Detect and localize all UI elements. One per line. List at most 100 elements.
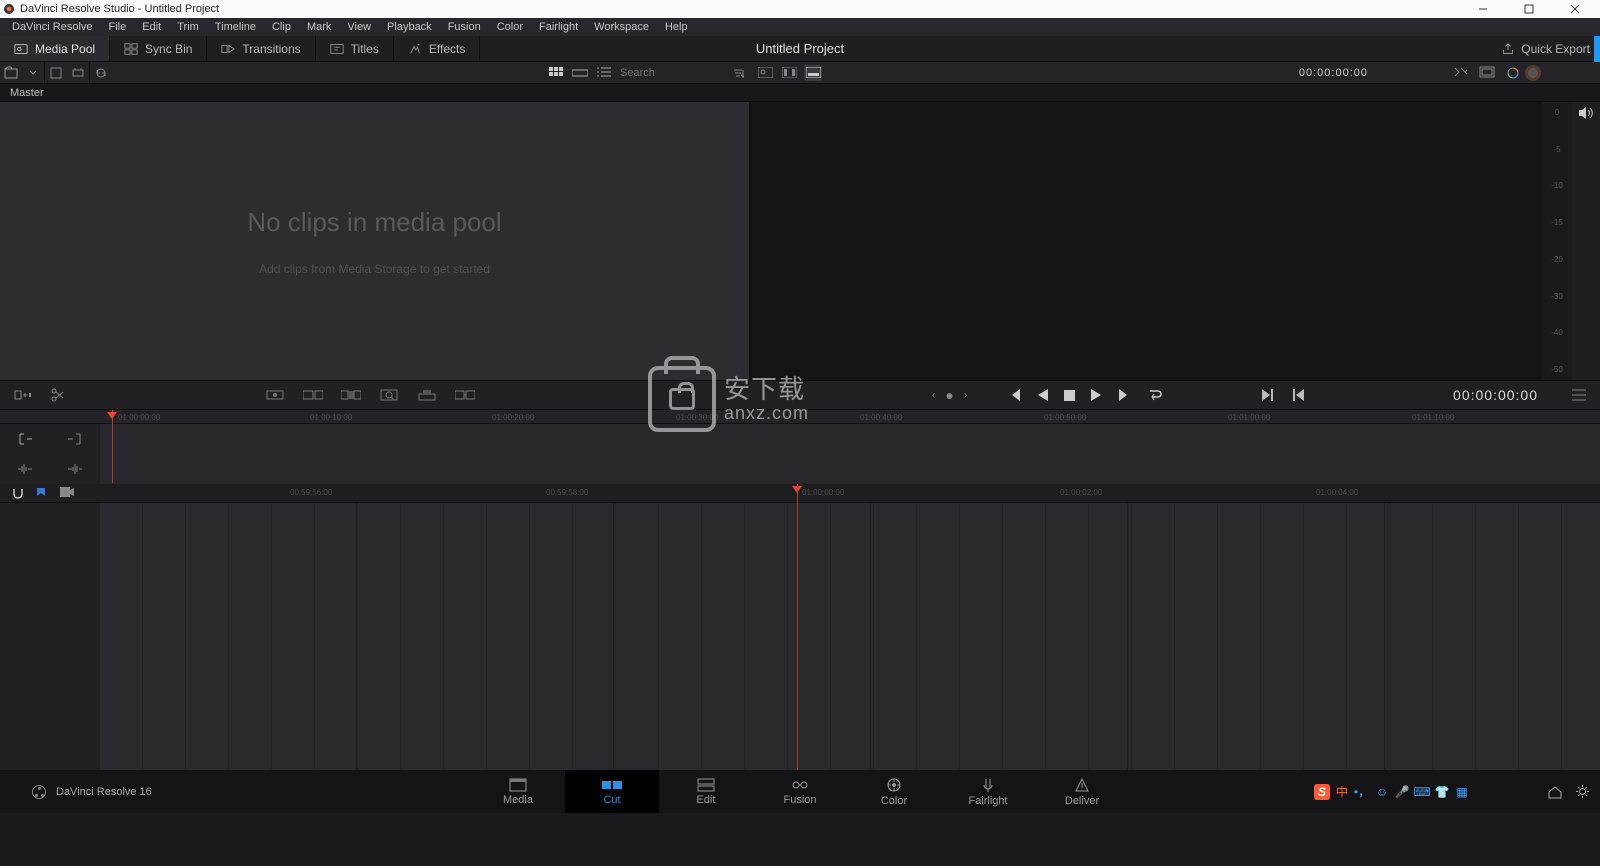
ripple-overwrite-button[interactable] (340, 388, 362, 402)
tab-sync-bin[interactable]: Sync Bin (110, 36, 207, 61)
tab-titles[interactable]: Titles (316, 36, 394, 61)
timeline-options-button[interactable] (1572, 389, 1586, 401)
import-media-button[interactable] (0, 62, 22, 84)
menu-color[interactable]: Color (489, 21, 531, 33)
new-timeline-button[interactable] (67, 62, 89, 84)
menu-clip[interactable]: Clip (264, 21, 299, 33)
menu-workspace[interactable]: Workspace (586, 21, 657, 33)
play-button[interactable] (1091, 389, 1101, 401)
close-up-button[interactable] (378, 388, 400, 402)
tab-media-pool[interactable]: Media Pool (0, 36, 110, 61)
menu-playback[interactable]: Playback (379, 21, 440, 33)
track-header-panel[interactable] (0, 503, 100, 770)
ime-lang-icon[interactable]: 中 (1334, 784, 1350, 800)
quick-export-button[interactable]: Quick Export (1501, 42, 1590, 56)
ime-skin-icon[interactable]: 👕 (1434, 784, 1450, 800)
menu-edit[interactable]: Edit (134, 21, 169, 33)
record-button[interactable] (1524, 64, 1542, 82)
thumbnail-view-button[interactable] (546, 64, 566, 82)
search-input[interactable] (620, 67, 710, 79)
viewer-mode-tape-button[interactable] (780, 65, 798, 81)
sync-clips-button[interactable] (90, 62, 112, 84)
bottom-bar: DaVinci Resolve 16 Media Cut Edit Fusion… (0, 770, 1600, 813)
audio-trim-b-button[interactable] (50, 454, 100, 484)
lower-timeline-track[interactable] (100, 503, 1600, 770)
split-icon[interactable] (50, 387, 66, 403)
list-view-button[interactable] (594, 64, 614, 82)
page-deliver[interactable]: Deliver (1035, 770, 1129, 813)
bin-path-label[interactable]: Master (0, 84, 1600, 102)
tab-transitions[interactable]: Transitions (207, 36, 315, 61)
trim-mode-b-button[interactable] (50, 424, 100, 454)
smart-insert-icon[interactable] (14, 387, 32, 403)
viewer-mode-clip-button[interactable] (756, 65, 774, 81)
quick-export-label: Quick Export (1521, 42, 1590, 56)
ime-keyboard-icon[interactable]: ⌨ (1414, 784, 1430, 800)
go-in-button[interactable] (1262, 389, 1274, 401)
color-page-icon (886, 777, 902, 793)
new-bin-button[interactable] (45, 62, 67, 84)
strip-view-button[interactable] (570, 64, 590, 82)
page-cut[interactable]: Cut (565, 770, 659, 813)
marker-button[interactable] (36, 487, 48, 499)
snap-magnet-button[interactable] (12, 487, 24, 499)
menu-fairlight[interactable]: Fairlight (531, 21, 586, 33)
ime-punct-icon[interactable]: •， (1354, 784, 1370, 800)
tab-effects[interactable]: Effects (394, 36, 480, 61)
upper-timeline-ruler[interactable]: 01:00:00:00 01:00:10:00 01:00:20:00 01:0… (0, 410, 1600, 424)
home-button[interactable] (1547, 785, 1563, 799)
go-first-button[interactable] (1008, 389, 1022, 401)
place-on-top-button[interactable] (416, 388, 438, 402)
jog-indicator[interactable]: ‹●› (932, 387, 967, 403)
menu-view[interactable]: View (339, 21, 379, 33)
window-close-button[interactable] (1552, 0, 1598, 18)
lower-timeline-ruler[interactable]: 00:59:56:00 00:59:58:00 01:00:00:00 01:0… (100, 484, 1600, 502)
insert-clip-button[interactable] (264, 388, 286, 402)
viewer-panel[interactable] (750, 102, 1542, 380)
menu-trim[interactable]: Trim (169, 21, 207, 33)
viewer-mode-timeline-button[interactable] (804, 65, 822, 81)
menu-timeline[interactable]: Timeline (207, 21, 264, 33)
ime-toolbar[interactable]: S 中 •， ☺ 🎤 ⌨ 👕 ▦ (1314, 784, 1470, 800)
project-settings-button[interactable] (1575, 784, 1590, 799)
window-maximize-button[interactable] (1506, 0, 1552, 18)
page-fusion[interactable]: Fusion (753, 770, 847, 813)
screen-edge-indicator (1594, 36, 1600, 62)
ime-toolbox-icon[interactable]: ▦ (1454, 784, 1470, 800)
trim-mode-a-button[interactable] (0, 424, 50, 454)
menu-mark[interactable]: Mark (299, 21, 339, 33)
menu-help[interactable]: Help (657, 21, 696, 33)
menu-file[interactable]: File (101, 21, 135, 33)
speaker-icon[interactable] (1572, 102, 1600, 380)
play-reverse-button[interactable] (1038, 389, 1048, 401)
brand-label[interactable]: DaVinci Resolve 16 (32, 785, 152, 799)
video-only-button[interactable] (60, 487, 72, 499)
go-last-button[interactable] (1117, 389, 1131, 401)
loop-button[interactable] (1147, 388, 1163, 402)
page-fairlight[interactable]: Fairlight (941, 770, 1035, 813)
ime-mic-icon[interactable]: 🎤 (1394, 784, 1410, 800)
project-title: Untitled Project (756, 41, 844, 56)
menu-fusion[interactable]: Fusion (440, 21, 489, 33)
stop-button[interactable] (1064, 390, 1075, 401)
menu-davinci-resolve[interactable]: DaVinci Resolve (4, 21, 101, 33)
go-out-button[interactable] (1292, 389, 1304, 401)
append-clip-button[interactable] (302, 388, 324, 402)
sogou-ime-icon[interactable]: S (1314, 784, 1330, 800)
source-overwrite-button[interactable] (454, 388, 476, 402)
media-pool-panel[interactable]: No clips in media pool Add clips from Me… (0, 102, 750, 380)
tools-dropdown-button[interactable] (1450, 66, 1472, 80)
safe-area-button[interactable] (1476, 66, 1498, 80)
audio-trim-a-button[interactable] (0, 454, 50, 484)
timecode-display[interactable]: 00:00:00:00 (1299, 67, 1368, 79)
import-dropdown-button[interactable] (22, 62, 44, 84)
sort-button[interactable] (728, 67, 748, 79)
color-picker-button[interactable] (1502, 66, 1524, 80)
page-edit[interactable]: Edit (659, 770, 753, 813)
page-media[interactable]: Media (471, 770, 565, 813)
window-minimize-button[interactable] (1460, 0, 1506, 18)
transport-timecode[interactable]: 00:00:00:00 (1453, 387, 1538, 403)
ime-emoji-icon[interactable]: ☺ (1374, 784, 1390, 800)
upper-timeline-track[interactable] (100, 424, 1600, 484)
page-color[interactable]: Color (847, 770, 941, 813)
